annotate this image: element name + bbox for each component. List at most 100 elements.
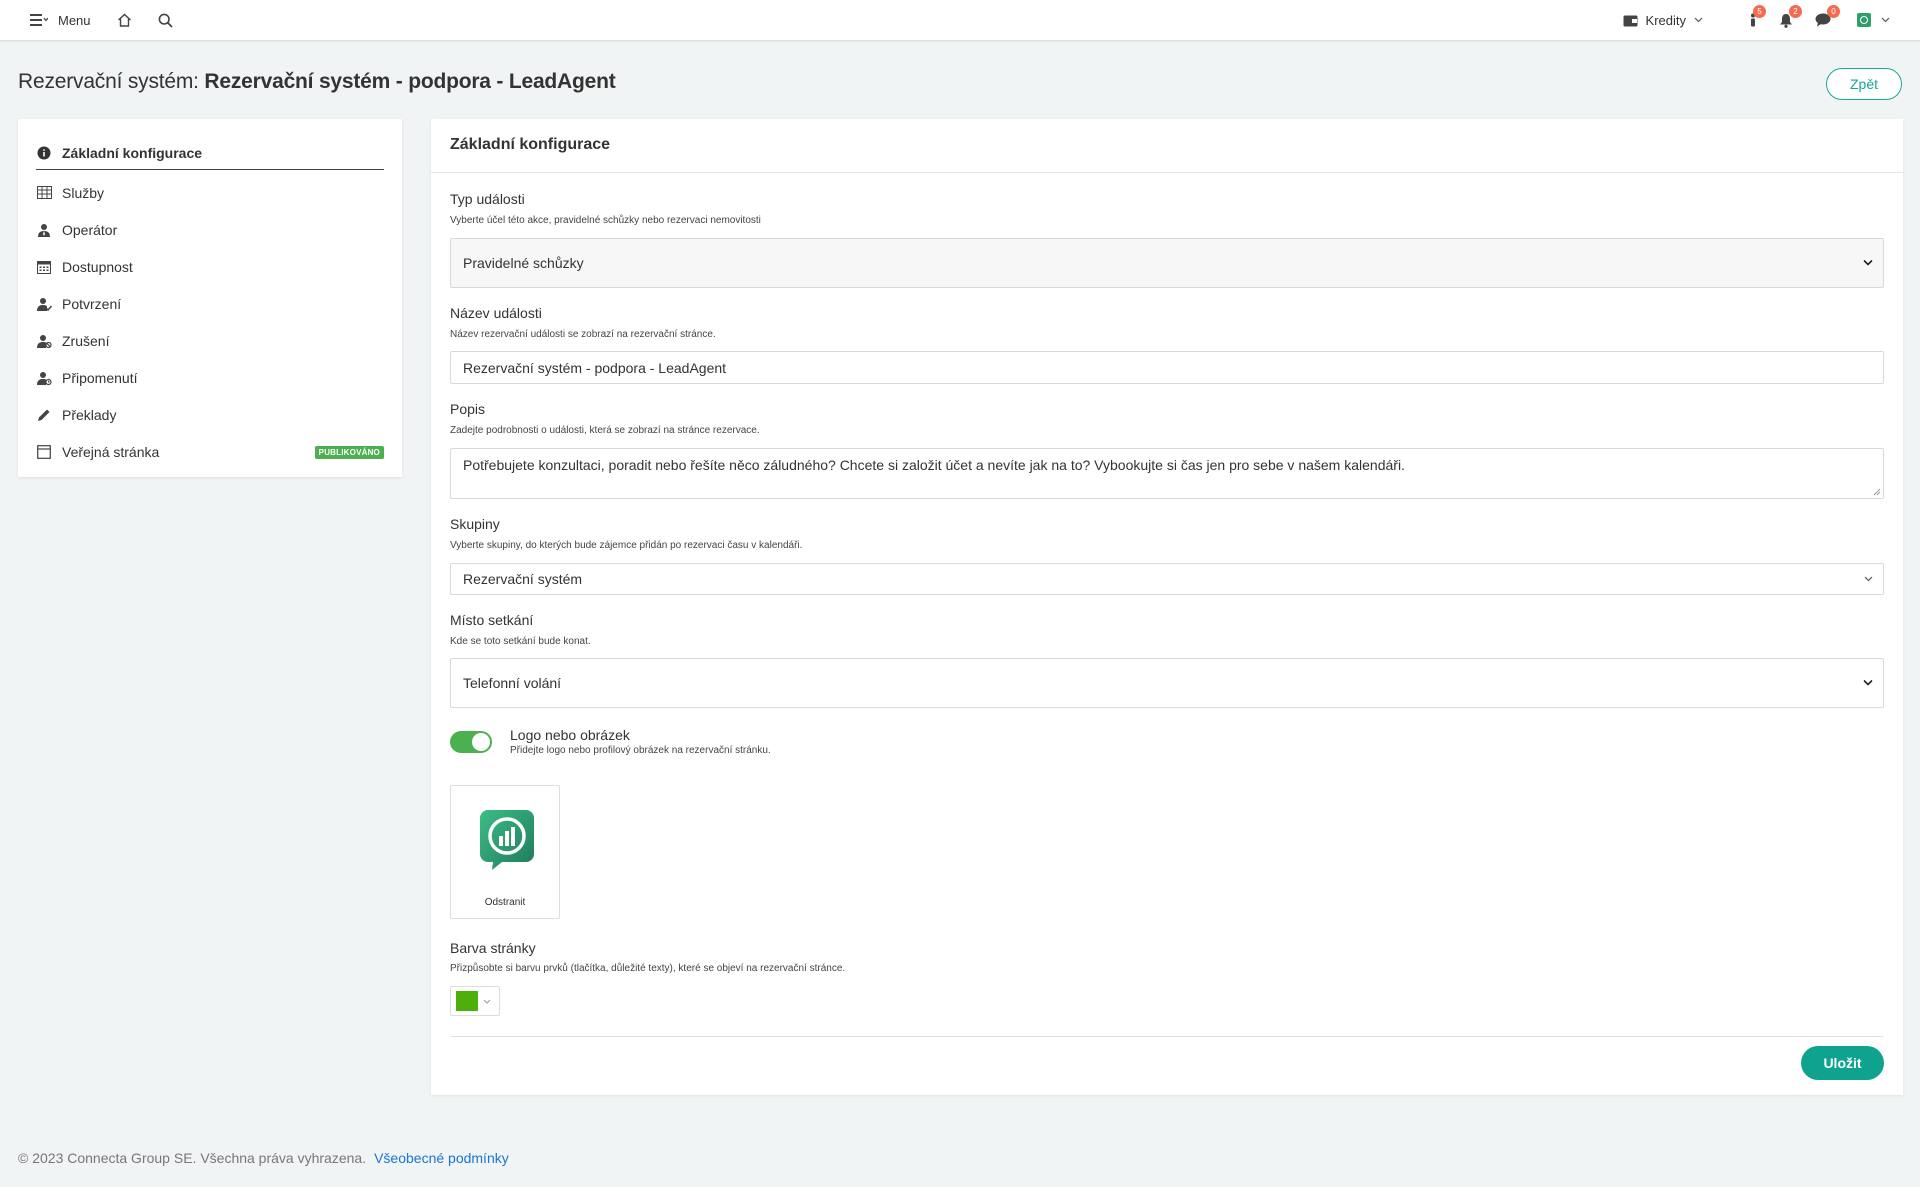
pencil-icon (36, 407, 52, 423)
color-swatch (456, 991, 478, 1011)
sidebar-item-operator[interactable]: Operátor (36, 211, 384, 248)
brand-logo-icon (1860, 16, 1868, 24)
topbar-right: Kredity 5 2 0 (1623, 0, 1890, 40)
copyright-text: © 2023 Connecta Group SE. Všechna práva … (18, 1150, 367, 1166)
home-button[interactable] (117, 13, 132, 27)
top-navigation-bar: Menu Kredity 5 2 0 (0, 0, 1920, 40)
chevron-down-icon (483, 999, 491, 1004)
groups-label: Skupiny (450, 516, 500, 532)
description-help: Zadejte podrobnosti o události, která se… (450, 425, 760, 436)
configuration-panel: Základní konfigurace Typ události Vybert… (431, 119, 1903, 1095)
page-color-picker[interactable] (450, 986, 500, 1016)
sidebar-item-translations[interactable]: Překlady (36, 396, 384, 433)
sidebar-item-basic-configuration[interactable]: Základní konfigurace (36, 136, 384, 170)
chevron-down-icon (1864, 576, 1873, 582)
description-value: Potřebujete konzultaci, poradit nebo řeš… (463, 457, 1405, 473)
form-divider (450, 1036, 1884, 1037)
terms-link[interactable]: Všeobecné podmínky (374, 1150, 509, 1166)
menu-label: Menu (58, 12, 91, 28)
sidebar-item-label: Operátor (62, 221, 118, 238)
menu-button[interactable]: Menu (30, 13, 91, 28)
hamburger-icon (30, 14, 48, 26)
search-button[interactable] (158, 13, 173, 28)
chevron-down-icon (1881, 17, 1890, 23)
table-icon (36, 185, 52, 201)
logo-toggle[interactable] (450, 731, 492, 753)
credits-label: Kredity (1645, 12, 1686, 28)
chevron-down-icon (1694, 17, 1703, 23)
messages-button[interactable]: 0 (1815, 5, 1840, 27)
location-select[interactable]: Telefonní volání (450, 658, 1884, 708)
resize-handle-icon[interactable] (1873, 488, 1881, 496)
user-clock-icon (36, 370, 52, 386)
sidebar-item-label: Zrušení (62, 332, 110, 349)
event-name-input[interactable]: Rezervační systém - podpora - LeadAgent (450, 351, 1884, 384)
sidebar-item-confirmation[interactable]: Potvrzení (36, 285, 384, 322)
sidebar-item-label: Připomenutí (62, 369, 138, 386)
toggle-knob (472, 733, 490, 751)
chevron-down-icon (1863, 679, 1873, 686)
logo-help: Přidejte logo nebo profilový obrázek na … (510, 745, 771, 756)
logo-preview-card: Odstranit (450, 785, 560, 919)
sidebar-item-cancellation[interactable]: Zrušení (36, 322, 384, 359)
user-check-icon (36, 296, 52, 312)
chevron-down-icon (1863, 259, 1873, 266)
user-tie-icon (36, 222, 52, 238)
event-name-label: Název události (450, 305, 542, 321)
sidebar-item-availability[interactable]: Dostupnost (36, 248, 384, 285)
sidebar-item-label: Služby (62, 184, 105, 201)
page-color-label: Barva stránky (450, 940, 536, 956)
leadagent-logo-icon (480, 810, 534, 870)
page-title: Rezervační systém: Rezervační systém - p… (18, 70, 616, 94)
page-title-name: Rezervační systém - podpora - LeadAgent (204, 70, 616, 93)
sidebar-item-label: Dostupnost (62, 258, 133, 275)
location-label: Místo setkání (450, 612, 534, 628)
sidebar-item-reminder[interactable]: Připomenutí (36, 359, 384, 396)
window-icon (36, 444, 52, 460)
bell-badge: 2 (1789, 4, 1802, 18)
credits-dropdown[interactable]: Kredity (1623, 13, 1703, 28)
sidebar-item-label: Základní konfigurace (62, 144, 203, 161)
groups-help: Vyberte skupiny, do kterých bude zájemce… (450, 540, 803, 551)
sidebar-item-public-page[interactable]: Veřejná stránka PUBLIKOVÁNO (36, 433, 384, 470)
settings-sidebar: Základní konfigurace Služby Operátor Dos… (18, 119, 402, 477)
event-name-help: Název rezervační události se zobrazí na … (450, 329, 716, 340)
back-button[interactable]: Zpět (1826, 68, 1902, 100)
user-cancel-icon (36, 333, 52, 349)
sidebar-item-label: Potvrzení (62, 295, 122, 312)
event-type-value: Pravidelné schůzky (463, 255, 584, 271)
groups-select[interactable]: Rezervační systém (450, 563, 1884, 595)
event-type-help: Vyberte účel této akce, pravidelné schůz… (450, 215, 761, 226)
remove-logo-button[interactable]: Odstranit (451, 897, 559, 908)
groups-value: Rezervační systém (463, 571, 583, 587)
wallet-icon (1623, 15, 1638, 26)
description-textarea[interactable]: Potřebujete konzultaci, poradit nebo řeš… (450, 448, 1884, 499)
info-circle-icon (36, 145, 52, 161)
topbar-left: Menu (30, 13, 173, 28)
info-badge: 5 (1753, 5, 1766, 18)
user-menu[interactable] (1857, 13, 1890, 27)
event-type-label: Typ události (450, 191, 525, 207)
info-notifications-button[interactable]: 5 (1749, 5, 1766, 27)
page-title-prefix: Rezervační systém: (18, 70, 205, 93)
location-help: Kde se toto setkání bude konat. (450, 636, 591, 647)
description-label: Popis (450, 401, 486, 417)
footer: © 2023 Connecta Group SE. Všechna práva … (18, 1150, 509, 1166)
page-color-help: Přizpůsobte si barvu prvků (tlačítka, dů… (450, 963, 846, 974)
notifications-button[interactable]: 2 (1779, 4, 1802, 28)
sidebar-item-services[interactable]: Služby (36, 174, 384, 211)
save-button[interactable]: Uložit (1801, 1046, 1884, 1080)
calendar-icon (36, 259, 52, 275)
panel-title: Základní konfigurace (431, 119, 1903, 173)
event-name-value: Rezervační systém - podpora - LeadAgent (463, 359, 727, 376)
location-value: Telefonní volání (463, 675, 562, 691)
sidebar-item-label: Překlady (62, 406, 117, 423)
avatar (1857, 13, 1871, 27)
sidebar-item-label: Veřejná stránka (62, 443, 160, 460)
logo-label: Logo nebo obrázek (510, 727, 630, 743)
event-type-select[interactable]: Pravidelné schůzky (450, 238, 1884, 288)
home-icon (117, 13, 131, 27)
status-badge: PUBLIKOVÁNO (314, 446, 384, 459)
chat-badge: 0 (1827, 5, 1840, 18)
search-icon (158, 13, 173, 28)
